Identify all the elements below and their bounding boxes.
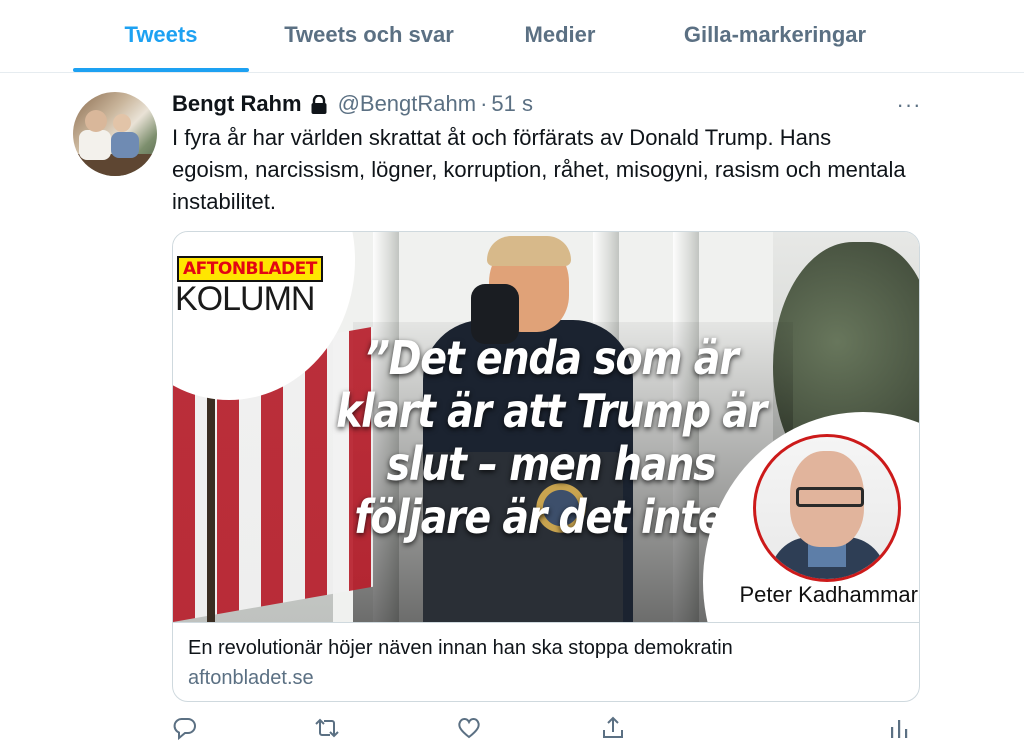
- tab-tweets-and-replies[interactable]: Tweets och svar: [262, 22, 476, 72]
- columnist-glasses: [796, 487, 864, 507]
- lock-icon: [310, 94, 328, 115]
- tab-tweets[interactable]: Tweets: [73, 22, 249, 72]
- headline-quote: ”Det enda som är klart är att Trump är s…: [336, 331, 767, 544]
- tab-media[interactable]: Medier: [500, 22, 620, 72]
- avatar-person-body: [79, 130, 111, 160]
- author-handle[interactable]: @BengtRahm: [338, 91, 477, 117]
- aftonbladet-logo: AFTONBLADET: [177, 256, 323, 282]
- card-title: En revolutionär höjer näven innan han sk…: [188, 637, 733, 659]
- link-card[interactable]: AFTONBLADET KOLUMN ”Det enda som är klar…: [172, 231, 920, 702]
- flag-pole: [207, 392, 215, 622]
- reply-icon[interactable]: [172, 715, 198, 741]
- active-tab-indicator: [73, 68, 249, 72]
- tweet-timestamp[interactable]: 51 s: [491, 91, 533, 117]
- tweet-header: Bengt Rahm @BengtRahm · 51 s: [172, 90, 533, 118]
- tweet-text: I fyra år har världen skrattat åt och fö…: [172, 125, 906, 214]
- columnist-photo: [753, 434, 901, 582]
- tab-likes[interactable]: Gilla-markeringar: [660, 22, 890, 72]
- more-options-icon[interactable]: ···: [896, 92, 922, 117]
- avatar-child-face: [113, 114, 131, 132]
- like-icon[interactable]: [456, 715, 482, 741]
- avatar-child-body: [111, 132, 139, 158]
- columnist-name: Peter Kadhammar: [739, 582, 918, 607]
- avatar-person-face: [85, 110, 107, 132]
- card-image: AFTONBLADET KOLUMN ”Det enda som är klar…: [173, 232, 919, 622]
- section-label: KOLUMN: [175, 280, 315, 318]
- speaker-hair: [487, 236, 571, 266]
- author-name[interactable]: Bengt Rahm: [172, 91, 302, 117]
- retweet-icon[interactable]: [314, 715, 340, 741]
- analytics-icon[interactable]: [886, 715, 912, 741]
- card-meta: En revolutionär höjer näven innan han sk…: [173, 622, 919, 701]
- profile-tabs: Tweets Tweets och svar Medier Gilla-mark…: [0, 0, 1024, 73]
- avatar[interactable]: [73, 92, 157, 176]
- card-domain: aftonbladet.se: [188, 667, 314, 689]
- share-icon[interactable]: [600, 715, 626, 741]
- header-separator: ·: [480, 91, 488, 116]
